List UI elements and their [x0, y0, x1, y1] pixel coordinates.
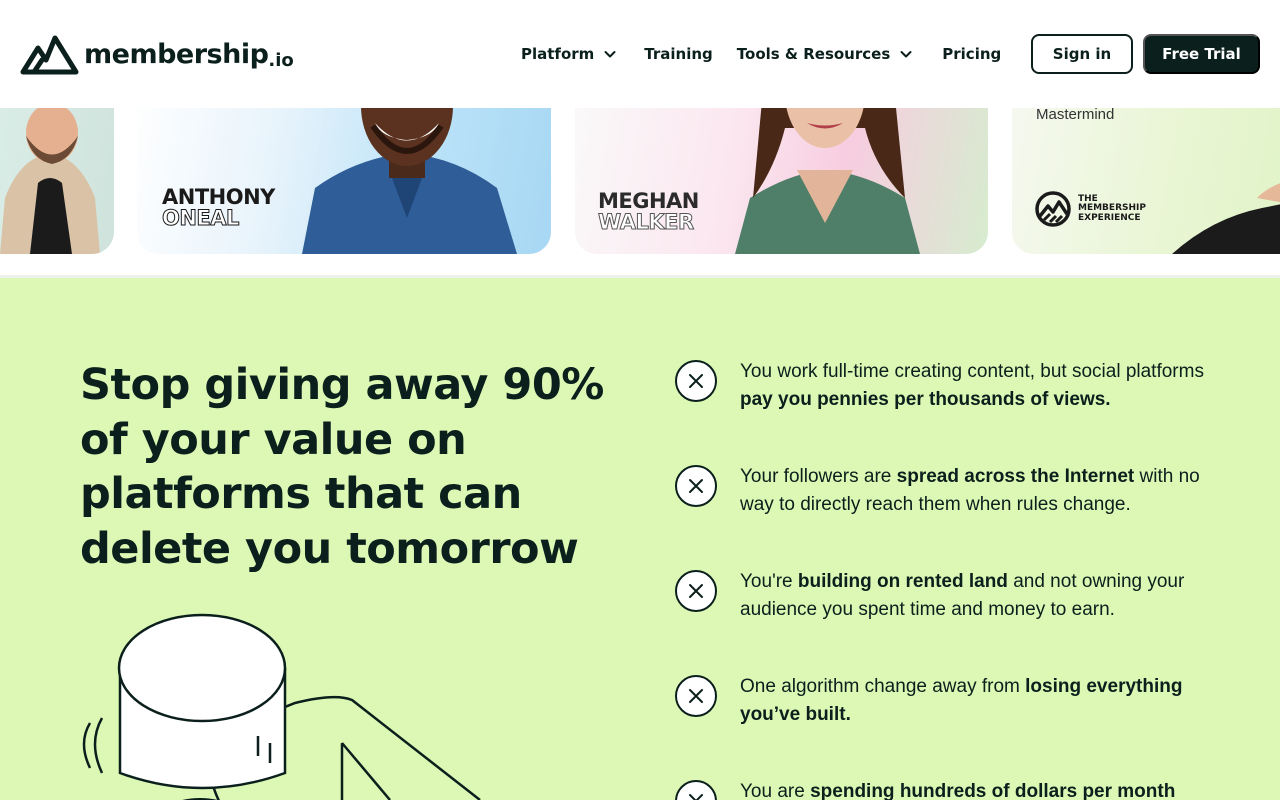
- x-circle-icon: [675, 360, 717, 402]
- section-headline: Stop giving away 90% of your value on pl…: [80, 360, 604, 574]
- pain-text-regular: You work full-time creating content, but…: [740, 361, 1204, 382]
- nav-item-training[interactable]: Training: [644, 45, 712, 63]
- creator-card-membership-experience[interactable]: Mastermind THE MEMBERSHIP EXPERIENCE: [1012, 108, 1280, 254]
- x-circle-icon: [675, 465, 717, 507]
- nav-item-tools-resources[interactable]: Tools & Resources: [737, 45, 914, 63]
- pain-text-regular: You're: [740, 571, 798, 592]
- x-circle-icon: [675, 675, 717, 717]
- logo-mountain-icon: [20, 35, 79, 75]
- logo-line: EXPERIENCE: [1078, 212, 1141, 223]
- pain-text-regular: Your followers are: [740, 466, 897, 487]
- chevron-down-icon: [604, 51, 616, 58]
- creator-name: MEGHAN WALKER: [598, 189, 700, 234]
- pain-point-text: You work full-time creating content, but…: [740, 358, 1210, 414]
- creator-photo: [0, 108, 100, 254]
- pain-point-text: Your followers are spread across the Int…: [740, 463, 1210, 519]
- chevron-down-icon: [900, 51, 912, 58]
- x-circle-icon: [675, 780, 717, 800]
- pain-points-section: Stop giving away 90% of your value on pl…: [0, 278, 1280, 800]
- pain-point-text: You're building on rented land and not o…: [740, 568, 1210, 624]
- nav-label-training: Training: [644, 45, 713, 63]
- sign-in-button[interactable]: Sign in: [1031, 34, 1133, 74]
- creator-card-meghan-walker[interactable]: MEGHAN WALKER: [575, 108, 988, 254]
- illustration: [82, 613, 481, 800]
- membership-experience-logo: THE MEMBERSHIP EXPERIENCE: [1034, 190, 1146, 228]
- membership-experience-logo-icon: [1035, 191, 1071, 227]
- brand-logo[interactable]: membership .io: [20, 32, 294, 76]
- pain-point-text: You are spending hundreds of dollars per…: [740, 778, 1210, 800]
- logo-wordmark: membership: [84, 39, 269, 70]
- main-nav: Platform Training Tools & Resources Pric…: [521, 42, 1001, 66]
- creator-last-name: WALKER: [598, 210, 695, 234]
- x-circle-icon: [675, 570, 717, 612]
- membership-experience-logo-text: THE MEMBERSHIP EXPERIENCE: [1078, 194, 1146, 224]
- pain-text-regular: You are: [740, 781, 811, 800]
- pain-point-text: One algorithm change away from losing ev…: [740, 673, 1210, 729]
- nav-label-tools-resources: Tools & Resources: [736, 45, 891, 63]
- creator-first-name: MEGHAN: [598, 189, 699, 213]
- card-subtitle: Mastermind: [1036, 108, 1115, 123]
- creator-photo: [302, 108, 517, 254]
- logo-tld: .io: [268, 50, 294, 71]
- pain-text-bold: spending hundreds of dollars per month: [810, 781, 1176, 800]
- creator-first-name: ANTHONY: [162, 185, 275, 209]
- nav-item-pricing[interactable]: Pricing: [942, 45, 1001, 63]
- creator-name: ANTHONY ONEAL: [162, 185, 276, 230]
- creator-carousel: ANTHONY ONEAL MEGHAN WALKER Mastermind T…: [0, 108, 1280, 278]
- nav-label-pricing: Pricing: [942, 45, 1002, 63]
- pain-text-bold: building on rented land: [797, 571, 1008, 592]
- free-trial-button[interactable]: Free Trial: [1143, 34, 1260, 74]
- nav-item-platform[interactable]: Platform: [521, 45, 618, 63]
- creator-photo: [1172, 183, 1280, 254]
- site-header: membership .io Platform Training Tools & …: [0, 0, 1280, 108]
- nav-label-platform: Platform: [521, 45, 595, 63]
- pain-text-bold: pay you pennies per thousands of views.: [740, 389, 1111, 410]
- creator-card[interactable]: [0, 108, 114, 254]
- pain-text-bold: spread across the Internet: [896, 466, 1135, 487]
- creator-last-name: ONEAL: [162, 206, 240, 230]
- creator-card-anthony-oneal[interactable]: ANTHONY ONEAL: [137, 108, 551, 254]
- pain-text-regular: One algorithm change away from: [740, 676, 1026, 697]
